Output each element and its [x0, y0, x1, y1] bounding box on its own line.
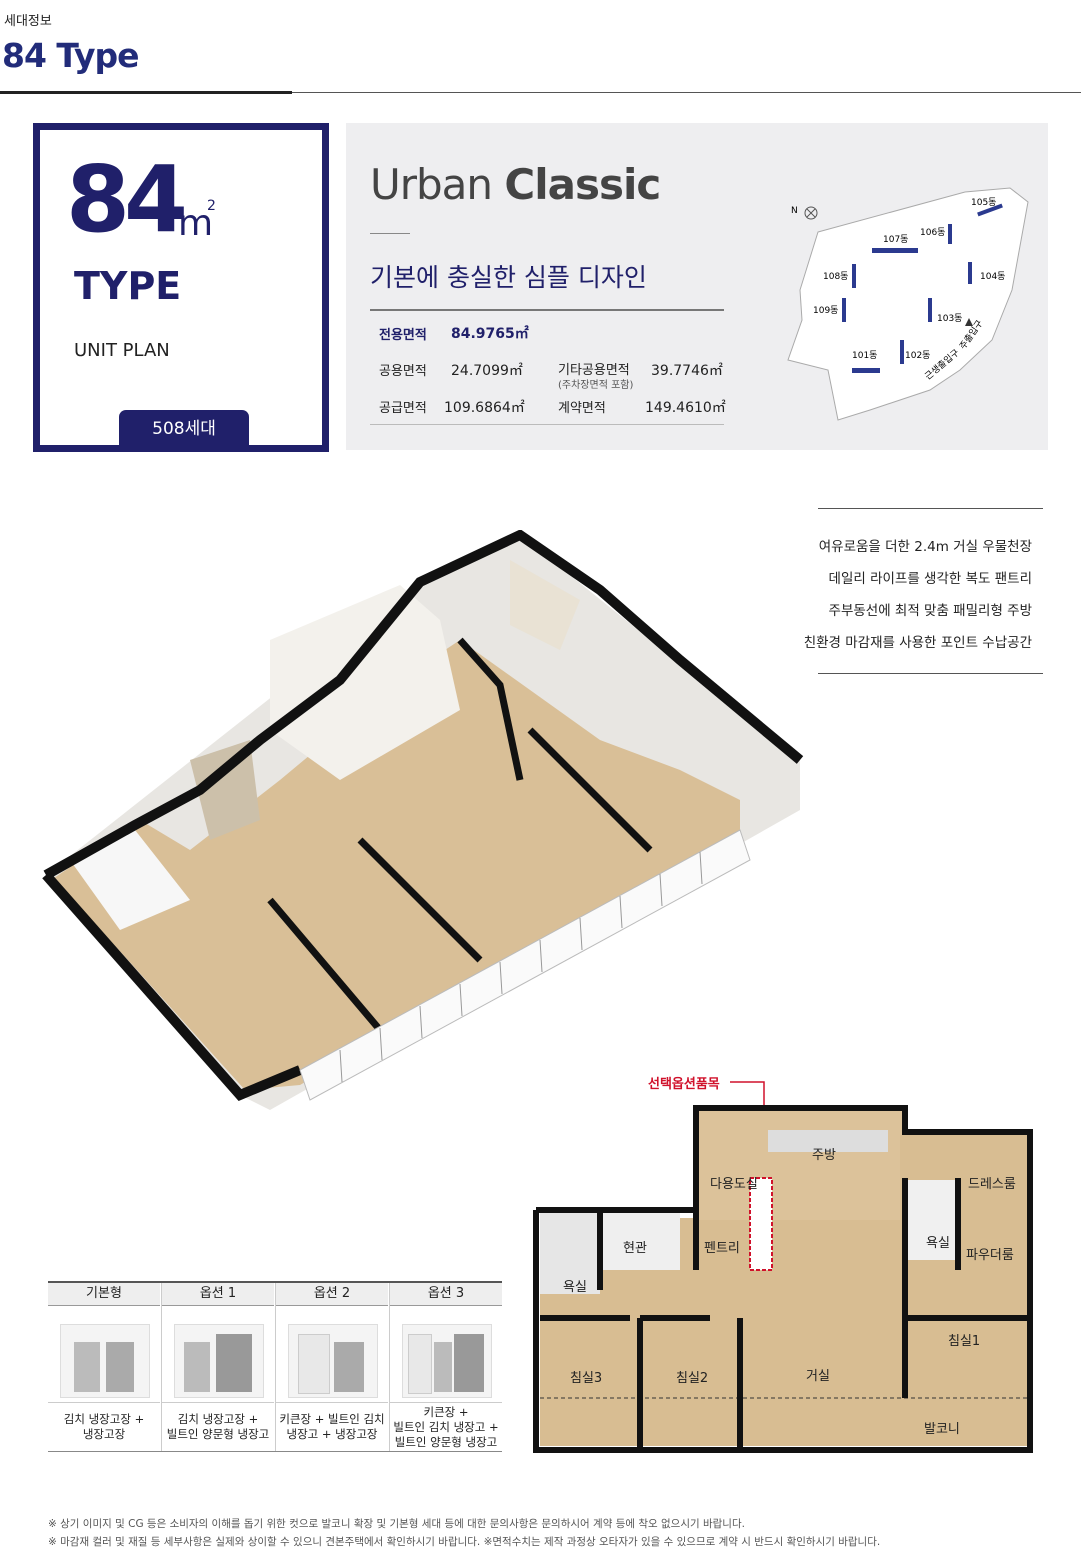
option-column: 옵션 1 김치 냉장고장 + 빌트인 양문형 냉장고: [162, 1283, 274, 1451]
map-label-103: 103동: [937, 313, 962, 324]
room-label: 거실: [806, 1369, 830, 1384]
option-caption: 키큰장 + 빌트인 김치 냉장고 + 빌트인 양문형 냉장고: [390, 1402, 502, 1451]
option-column: 옵션 3 키큰장 + 빌트인 김치 냉장고 + 빌트인 양문형 냉장고: [390, 1283, 502, 1451]
features-top-line: [818, 508, 1043, 509]
option-image: [162, 1306, 274, 1402]
concept-title: Urban Classic: [370, 160, 661, 209]
area-table-bottom-line: [370, 424, 724, 425]
contract-area-label: 계약면적: [558, 401, 606, 416]
exclusive-area-value: 84.9765㎡: [451, 326, 529, 342]
map-label-105: 105동: [971, 197, 996, 208]
map-label-101: 101동: [852, 350, 877, 361]
concept-title-light: Urban: [370, 160, 505, 209]
supply-area-value: 109.6864㎡: [444, 400, 525, 416]
room-label: 침실3: [570, 1371, 603, 1386]
option-header: 기본형: [48, 1283, 160, 1306]
feature-item: 데일리 라이프를 생각한 복도 팬트리: [828, 571, 1032, 587]
feature-item: 주부동선에 최적 맞춤 패밀리형 주방: [828, 603, 1032, 619]
option-caption: 김치 냉장고장 + 빌트인 양문형 냉장고: [162, 1402, 274, 1451]
option-caption: 키큰장 + 빌트인 김치 냉장고 + 냉장고장: [276, 1402, 388, 1451]
households-badge: 508세대: [119, 410, 249, 446]
room-label: 침실2: [676, 1371, 709, 1386]
section-label: 세대정보: [4, 14, 52, 29]
contract-area-value: 149.4610㎡: [645, 400, 726, 416]
option-header: 옵션 1: [162, 1283, 274, 1306]
map-label-104: 104동: [980, 271, 1005, 282]
map-label-107: 107동: [883, 234, 908, 245]
option-column: 옵션 2 키큰장 + 빌트인 김치 냉장고 + 냉장고장: [276, 1283, 388, 1451]
exclusive-area-label: 전용면적: [379, 328, 427, 343]
option-image: [276, 1306, 388, 1402]
size-unit-sup: 2: [207, 198, 216, 214]
room-label: 욕실: [926, 1236, 950, 1251]
features-bottom-line: [818, 673, 1043, 674]
feature-item: 여유로움을 더한 2.4m 거실 우물천장: [818, 539, 1032, 555]
floor-plan-2d: [533, 1081, 1033, 1453]
site-map: N 105동 106동 107동 108동 104동 109동 103동 101…: [787, 187, 1029, 421]
unit-plan-label: UNIT PLAN: [74, 340, 170, 361]
isometric-floor-plan: [42, 530, 804, 1110]
map-label-106: 106동: [920, 227, 945, 238]
room-label: 드레스룸: [968, 1177, 1016, 1192]
room-label: 발코니: [924, 1422, 960, 1437]
size-number: 84: [66, 146, 188, 253]
other-common-area-value: 39.7746㎡: [651, 363, 723, 379]
map-label-109: 109동: [813, 305, 838, 316]
map-label-102: 102동: [905, 350, 930, 361]
concept-tagline: 기본에 충실한 심플 디자인: [370, 263, 647, 292]
common-area-value: 24.7099㎡: [451, 363, 523, 379]
type-label: TYPE: [74, 264, 182, 308]
concept-title-bold: Classic: [504, 160, 661, 209]
other-common-area-note: (주차장면적 포함): [558, 380, 634, 391]
north-label: N: [791, 206, 798, 216]
supply-area-label: 공급면적: [379, 401, 427, 416]
common-area-label: 공용면적: [379, 364, 427, 379]
room-label: 주방: [812, 1148, 836, 1163]
option-image: [390, 1306, 502, 1402]
room-label: 파우더룸: [966, 1248, 1014, 1263]
room-label: 다용도실: [710, 1177, 758, 1192]
footnote: ※ 마감재 컬러 및 재질 등 세부사항은 실제와 상이할 수 있으니 견본주택…: [48, 1536, 881, 1548]
area-table-top-line: [370, 309, 724, 311]
room-label: 욕실: [563, 1280, 587, 1295]
room-label: 펜트리: [704, 1241, 740, 1256]
option-column: 기본형 김치 냉장고장 + 냉장고장: [48, 1283, 160, 1451]
option-image: [48, 1306, 160, 1402]
room-label: 현관: [623, 1241, 647, 1256]
title-underline: [370, 233, 410, 234]
feature-item: 친환경 마감재를 사용한 포인트 수납공간: [803, 635, 1032, 651]
option-header: 옵션 2: [276, 1283, 388, 1306]
map-label-108: 108동: [823, 271, 848, 282]
footnote: ※ 상기 이미지 및 CG 등은 소비자의 이해를 돕기 위한 컷으로 발코니 …: [48, 1518, 745, 1530]
room-label: 침실1: [948, 1334, 981, 1349]
header-divider-accent: [0, 91, 292, 94]
option-caption: 김치 냉장고장 + 냉장고장: [48, 1402, 160, 1451]
options-table: 기본형 김치 냉장고장 + 냉장고장 옵션 1 김치 냉장고장 + 빌트인 양문…: [48, 1281, 502, 1452]
type-box: 84 m 2 TYPE UNIT PLAN 508세대: [33, 123, 329, 452]
page-title: 84 Type: [2, 36, 140, 75]
option-header: 옵션 3: [390, 1283, 502, 1306]
